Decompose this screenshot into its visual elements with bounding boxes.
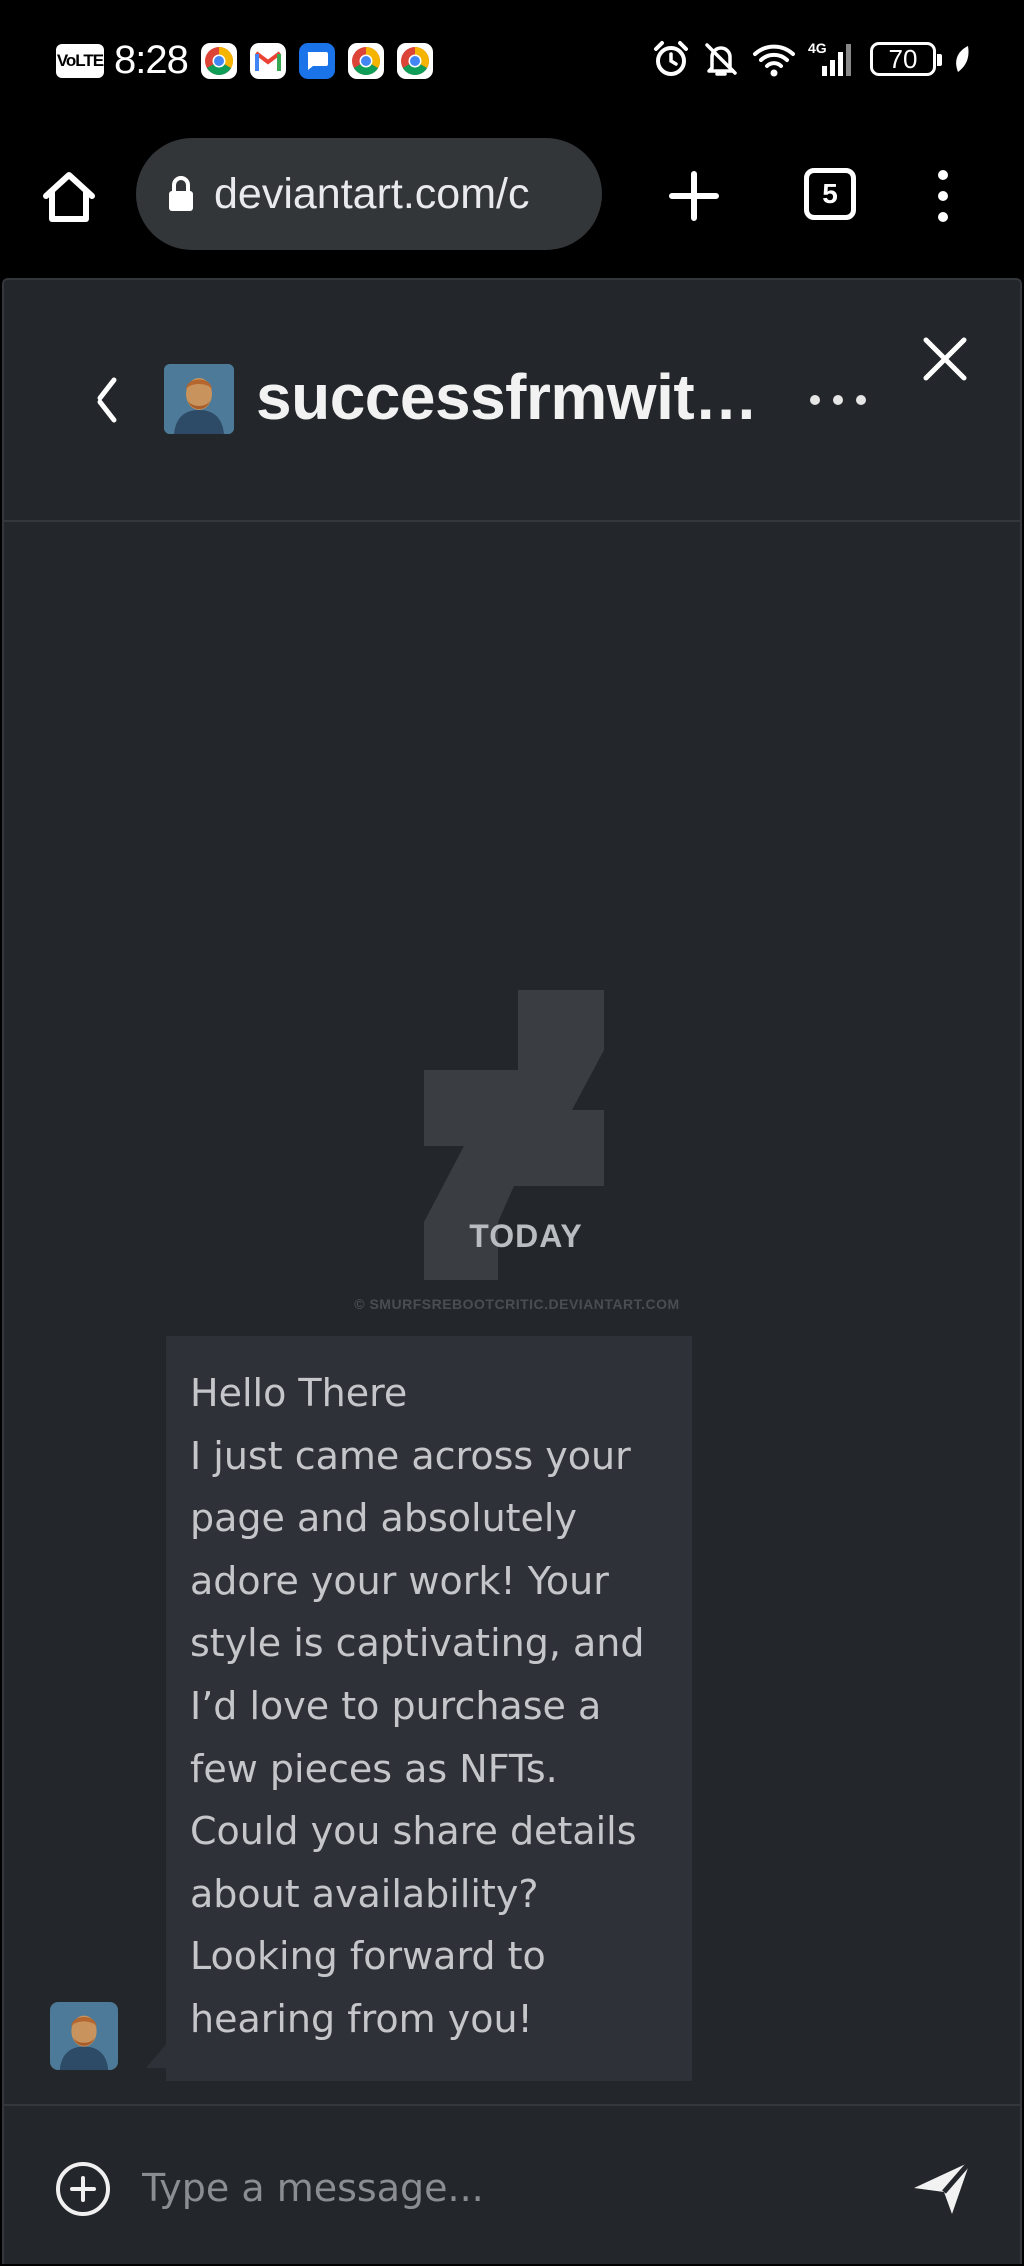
- message-line: Looking forward to hearing from you!: [190, 1934, 546, 2041]
- close-icon[interactable]: [918, 332, 972, 386]
- plus-icon: [669, 171, 719, 221]
- bubble-tail: [146, 2042, 168, 2068]
- menu-dot: [938, 212, 948, 222]
- browser-menu-button[interactable]: [928, 166, 958, 226]
- chrome-icon: [396, 42, 433, 79]
- browser-toolbar: deviantart.com/c 5: [0, 128, 1024, 278]
- watermark-text: © SMURFSREBOOTCRITIC.DEVIANTART.COM: [354, 1296, 680, 1312]
- sender-avatar[interactable]: [50, 2002, 118, 2070]
- back-button[interactable]: [86, 370, 126, 430]
- send-icon[interactable]: [910, 2158, 974, 2218]
- tab-switcher-button[interactable]: 5: [804, 168, 856, 220]
- new-tab-button[interactable]: [664, 166, 724, 226]
- portrait-avatar-image: [164, 364, 234, 434]
- message-list[interactable]: TODAY © SMURFSREBOOTCRITIC.DEVIANTART.CO…: [4, 524, 1020, 2104]
- message-bubble[interactable]: Hello There I just came across your page…: [166, 1336, 692, 2081]
- battery-indicator: 70: [870, 42, 942, 76]
- message-line: Hello There: [190, 1371, 408, 1415]
- message-line: I just came across your page and absolut…: [190, 1433, 645, 1916]
- home-button[interactable]: [38, 166, 100, 228]
- more-dot: [856, 395, 866, 405]
- gmail-icon: [249, 42, 286, 79]
- url-text: deviantart.com/c: [214, 169, 530, 218]
- messages-icon: [298, 42, 335, 79]
- signal-4g-icon: 4G: [808, 40, 856, 78]
- status-bar: VoLTE 8:28 4G 70: [0, 0, 1024, 128]
- message-composer: [4, 2104, 1020, 2266]
- add-attachment-button[interactable]: [56, 2162, 110, 2216]
- day-separator: TODAY: [469, 1218, 583, 1254]
- volte-badge: VoLTE: [56, 43, 104, 78]
- chrome-icon: [200, 42, 237, 79]
- home-icon: [43, 172, 95, 222]
- chat-panel: successfrmwit… TODAY © SMURFSREBOOTCRITI…: [2, 278, 1022, 2264]
- avatar[interactable]: [164, 364, 234, 434]
- wifi-icon: [752, 40, 796, 78]
- chat-title: successfrmwit…: [256, 361, 758, 433]
- chrome-icon: [347, 42, 384, 79]
- mute-icon: [702, 40, 740, 78]
- address-bar[interactable]: deviantart.com/c: [136, 138, 602, 250]
- status-right: 4G 70: [640, 40, 972, 78]
- status-left: VoLTE 8:28: [56, 38, 433, 83]
- message-input[interactable]: [140, 2156, 760, 2220]
- chat-header: successfrmwit…: [4, 280, 1020, 522]
- svg-text:4G: 4G: [808, 40, 827, 56]
- alarm-icon: [652, 40, 690, 78]
- more-options-button[interactable]: [810, 392, 866, 408]
- chevron-left-icon: [97, 377, 117, 423]
- plus-circle-icon: [70, 2176, 96, 2202]
- portrait-avatar-image: [50, 2002, 118, 2070]
- more-dot: [810, 395, 820, 405]
- more-dot: [833, 395, 843, 405]
- menu-dot: [938, 191, 948, 201]
- menu-dot: [938, 170, 948, 180]
- leaf-icon: [952, 44, 972, 74]
- lock-icon: [169, 176, 193, 211]
- clock-time: 8:28: [114, 38, 189, 82]
